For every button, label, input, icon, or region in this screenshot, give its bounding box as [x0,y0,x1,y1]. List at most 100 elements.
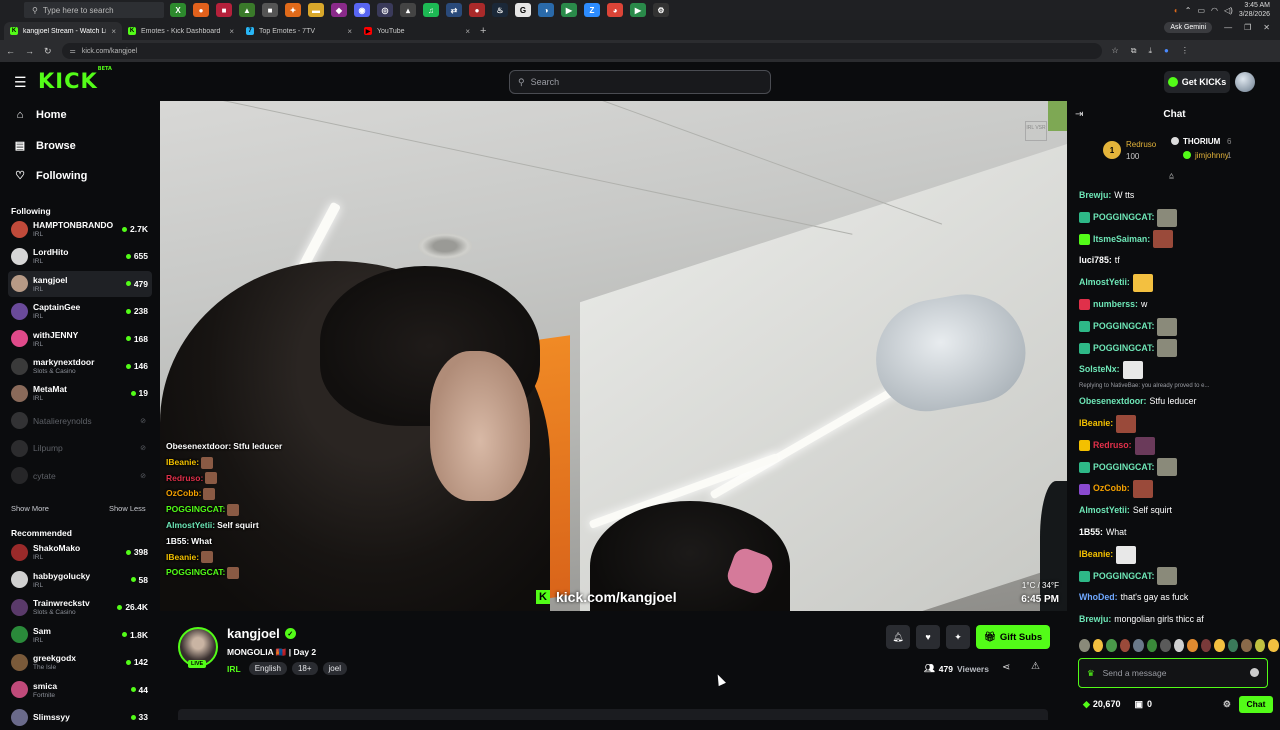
tab-close-icon[interactable]: × [229,27,234,36]
tray-app-icon[interactable]: ◐ [1174,6,1179,15]
stream-tag[interactable]: 18+ [291,662,318,675]
get-kicks-button[interactable]: Get KICKs [1164,71,1230,93]
sidebar-channel[interactable]: MetaMat IRL 19 [8,380,152,406]
emote-icon[interactable] [1173,639,1185,652]
sidebar-channel[interactable]: withJENNY IRL 168 [8,326,152,352]
zoom-icon[interactable]: Z [584,3,600,17]
network-icon[interactable]: ▭ [1197,6,1205,15]
sidebar-channel[interactable]: markynextdoor Slots & Casino 146 [8,353,152,379]
browser-tab[interactable]: Kkangjoel Stream - Watch Live × [4,22,122,40]
app-icon[interactable]: G [515,3,531,17]
chat-username[interactable]: POGGINGCAT: [1093,207,1154,229]
browser-tab[interactable]: K Emotes - Kick Dashboard × [122,22,240,40]
chat-leaderboard[interactable]: 1 Redruso 100 THORIUM 6 jimjohnny 1 [1099,135,1279,167]
chat-username[interactable]: AlmostYetii: [1079,500,1130,522]
app-icon[interactable]: ⇄ [446,3,462,17]
firefox-icon[interactable]: ● [193,3,209,17]
video-player[interactable]: IRL VSR Obesenextdoor: Stfu leducer IBeani… [160,101,1067,611]
kick-logo[interactable]: KICKBETA [38,66,112,93]
tab-close-icon[interactable]: × [465,27,470,36]
bookmark-star-icon[interactable]: ☆ [1112,46,1119,56]
chat-username[interactable]: ItsmeSaiman: [1093,229,1150,251]
chat-username[interactable]: numberss: [1093,294,1138,316]
notification-bell-button[interactable]: 🔔︎ [886,625,910,649]
app-icon[interactable]: ▶ [630,3,646,17]
discord-icon[interactable]: ◉ [354,3,370,17]
volume-icon[interactable]: ◁) [1224,6,1233,15]
chat-message[interactable]: Redruso: [1079,435,1279,457]
app-icon[interactable]: ▴ [400,3,416,17]
sidebar-channel[interactable]: Slimssyy 33 [8,704,152,730]
emote-icon[interactable] [1268,639,1279,652]
chat-username[interactable]: OzCobb: [1093,478,1130,500]
new-tab-button[interactable]: + [480,22,486,40]
os-search-box[interactable]: ⚲ Type here to search [24,2,164,18]
chat-message[interactable]: POGGINGCAT: [1079,457,1279,479]
chat-message[interactable]: POGGINGCAT: [1079,207,1279,229]
chat-message[interactable]: OzCobb: [1079,478,1279,500]
report-warning-icon[interactable]: ⚠ [1031,661,1040,672]
chat-message[interactable]: AlmostYetii: [1079,272,1279,294]
sidebar-channel[interactable]: habbygolucky IRL 58 [8,567,152,593]
emoji-picker-icon[interactable] [1250,668,1259,677]
chat-username[interactable]: Obesenextdoor: [1079,391,1146,413]
back-icon[interactable]: ← [6,46,15,56]
reload-icon[interactable]: ↻ [44,46,52,57]
chat-username[interactable]: WhoDed: [1079,587,1118,609]
emote-icon[interactable] [1227,639,1239,652]
stream-category[interactable]: IRL [227,664,241,674]
chat-message[interactable]: Brewju: W tts [1079,185,1279,207]
forward-icon[interactable]: → [25,46,34,56]
minimize-icon[interactable]: — [1224,23,1232,32]
stream-tag[interactable]: joel [322,662,347,675]
chat-message[interactable]: Obesenextdoor: Stfu leducer [1079,391,1279,413]
sidebar-channel[interactable]: LordHito IRL 655 [8,243,152,269]
emote-icon[interactable] [1160,639,1171,652]
chat-username[interactable]: POGGINGCAT: [1093,566,1154,588]
chevron-up-icon[interactable]: ⌃ [1185,6,1192,15]
sidebar-channel[interactable]: cytate ⊘ [8,463,152,489]
emote-icon[interactable] [1146,639,1158,652]
spotify-icon[interactable]: ♫ [423,3,439,17]
chat-username[interactable]: Redruso: [1093,435,1132,457]
chat-message[interactable]: IBeanie: [1079,544,1279,566]
sidebar-channel[interactable]: smica Fortnite 44 [8,677,152,703]
show-more-link[interactable]: Show More [11,504,49,513]
chat-message[interactable]: luci785: tf [1079,250,1279,272]
share-icon[interactable]: ⋖ [1002,662,1010,673]
emote-icon[interactable] [1214,639,1225,652]
chat-message-input[interactable]: ♛ Send a message [1078,658,1268,688]
chat-username[interactable]: 1B55: [1079,522,1103,544]
chat-username[interactable]: AlmostYetii: [1079,272,1130,294]
chat-username[interactable]: IBeanie: [1079,413,1113,435]
chat-settings-gear-icon[interactable]: ⚙ [1223,699,1231,710]
app-icon[interactable]: ▶ [561,3,577,17]
sidebar-channel[interactable]: kangjoel IRL 479 [8,270,152,297]
emote-icon[interactable] [1200,639,1212,652]
chat-message[interactable]: POGGINGCAT: [1079,338,1279,360]
nav-item-following[interactable]: ♡ Following [14,169,87,183]
sidebar-channel[interactable]: Lilpump ⊘ [8,435,152,461]
wifi-icon[interactable]: ◠ [1211,6,1218,15]
app-icon[interactable]: ✦ [285,3,301,17]
emote-icon[interactable] [1119,639,1131,652]
close-icon[interactable]: ✕ [1263,23,1270,32]
chat-message[interactable]: AlmostYetii: Self squirt [1079,500,1279,522]
profile-icon[interactable]: ● [1164,46,1169,56]
chrome-icon[interactable]: ◕ [607,3,623,17]
chat-message[interactable]: 1B55: What [1079,522,1279,544]
steam-icon[interactable]: ♨ [492,3,508,17]
chat-message[interactable]: ItsmeSaiman: [1079,229,1279,251]
restore-icon[interactable]: ❐ [1244,23,1251,32]
emote-icon[interactable] [1187,639,1198,652]
nav-item-browse[interactable]: ▤ Browse [14,139,76,153]
system-clock[interactable]: 3:45 AM 3/28/2026 [1239,1,1270,19]
emote-icon[interactable] [1133,639,1144,652]
chat-message[interactable]: Brewju: mongolian girls thicc af [1079,609,1279,631]
user-avatar[interactable] [1235,72,1255,92]
subs-count[interactable]: ▣ 0 [1134,699,1152,710]
emote-icon[interactable] [1092,639,1104,652]
site-search-input[interactable]: ⚲ Search [509,70,771,94]
emote-icon[interactable] [1106,639,1117,652]
app-icon[interactable]: ● [469,3,485,17]
